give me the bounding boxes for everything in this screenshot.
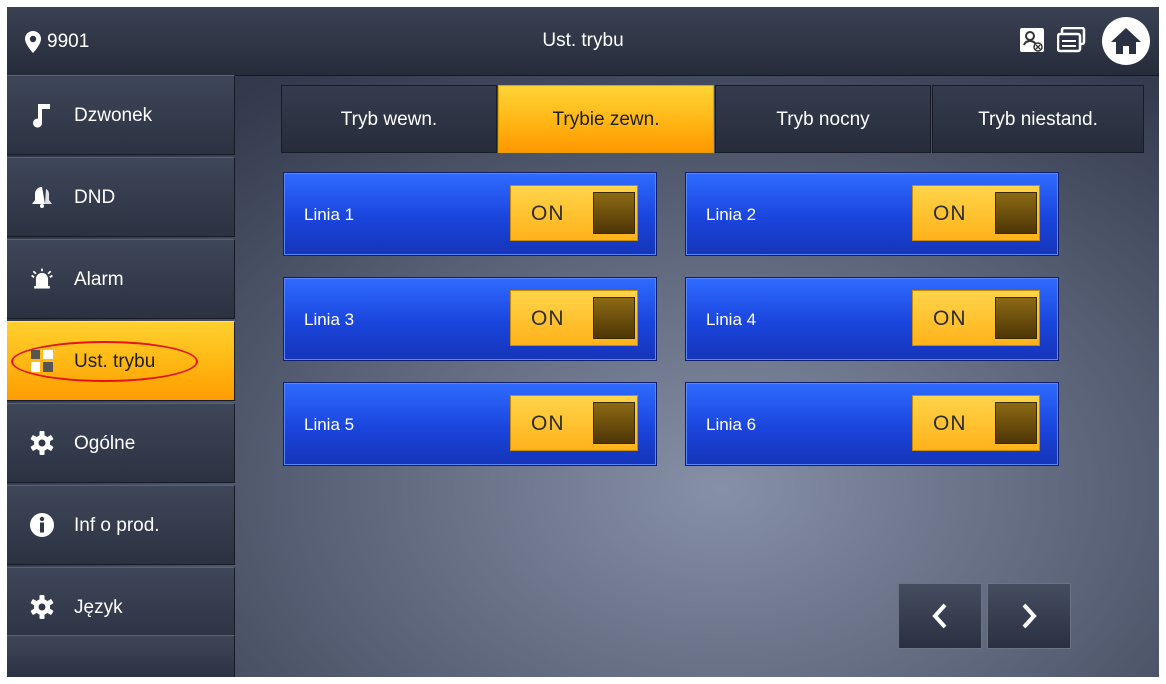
gear-icon [29,430,55,456]
prev-page-button[interactable] [898,583,982,649]
screen-frame: 9901 Ust. trybu Dzwonek DND Alarm Ust. t… [7,7,1159,677]
line-card-5: Linia 5 ON [283,382,657,466]
sidebar: Dzwonek DND Alarm Ust. trybu Ogólne Inf … [7,75,235,677]
line-label: Linia 1 [304,205,355,224]
next-page-button[interactable] [987,583,1071,649]
tab-tryb-niestand[interactable]: Tryb niestand. [932,85,1144,153]
sidebar-item-label: Alarm [74,269,124,290]
siren-icon [29,266,55,292]
sidebar-item-ogolne[interactable]: Ogólne [7,403,235,483]
line-toggle[interactable]: ON [912,290,1040,346]
toggle-knob [593,192,635,234]
line-toggle[interactable]: ON [510,185,638,241]
toggle-knob [593,402,635,444]
toggle-state: ON [531,202,565,225]
toggle-state: ON [933,202,967,225]
line-label: Linia 2 [706,205,757,224]
sidebar-item-label: DND [74,187,116,208]
page-title: Ust. trybu [542,30,624,51]
toggle-state: ON [531,307,565,330]
home-icon [1111,28,1141,54]
toggle-state: ON [933,412,967,435]
top-bar: 9901 Ust. trybu [7,7,1159,76]
toggle-knob [593,297,635,339]
chevron-right-icon [1022,603,1037,629]
tab-trybie-zewn[interactable]: Trybie zewn. [498,85,714,153]
line-card-4: Linia 4 ON [685,277,1059,361]
home-button[interactable] [1102,17,1150,65]
sidebar-item-label: Inf o prod. [74,515,160,536]
line-card-6: Linia 6 ON [685,382,1059,466]
sidebar-item-label: Dzwonek [74,105,153,126]
toggle-knob [995,297,1037,339]
line-label: Linia 5 [304,415,355,434]
sidebar-item-label: Ogólne [74,433,136,454]
music-note-icon [29,102,55,128]
line-toggle[interactable]: ON [912,185,1040,241]
sidebar-item-dzwonek[interactable]: Dzwonek [7,75,235,155]
info-icon [29,512,55,538]
line-card-3: Linia 3 ON [283,277,657,361]
message-icon[interactable] [1056,26,1087,58]
line-card-1: Linia 1 ON [283,172,657,256]
toggle-knob [995,402,1037,444]
line-label: Linia 3 [304,310,355,329]
line-toggle[interactable]: ON [510,395,638,451]
chevron-left-icon [932,603,947,629]
sidebar-item-inf-o-prod[interactable]: Inf o prod. [7,485,235,565]
toggle-state: ON [933,307,967,330]
line-toggle[interactable]: ON [912,395,1040,451]
sidebar-item-dnd[interactable]: DND [7,157,235,237]
bell-icon [29,184,55,210]
line-card-2: Linia 2 ON [685,172,1059,256]
location: 9901 [25,27,89,57]
location-label: 9901 [47,31,90,52]
sidebar-item-alarm[interactable]: Alarm [7,239,235,319]
toggle-state: ON [531,412,565,435]
tab-tryb-wewn[interactable]: Tryb wewn. [281,85,497,153]
tab-tryb-nocny[interactable]: Tryb nocny [715,85,931,153]
gear-icon [29,594,55,620]
annotation-highlight [11,341,198,382]
contact-status-icon[interactable] [1019,27,1045,58]
line-label: Linia 6 [706,415,757,434]
location-pin-icon [25,31,41,53]
line-toggle[interactable]: ON [510,290,638,346]
sidebar-item-ust-trybu[interactable]: Ust. trybu [7,321,235,401]
sidebar-filler [7,635,235,677]
line-label: Linia 4 [706,310,757,329]
toggle-knob [995,192,1037,234]
